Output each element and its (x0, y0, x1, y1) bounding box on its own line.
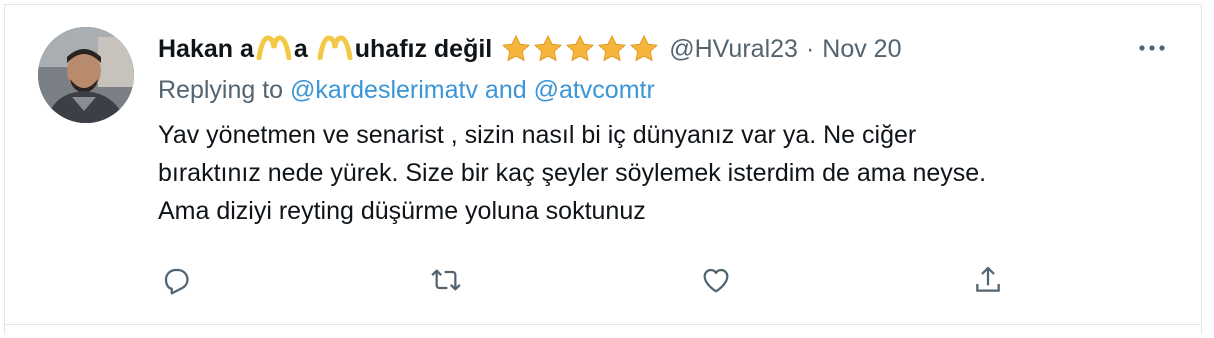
star-icon (630, 34, 659, 62)
share-button[interactable] (970, 262, 1006, 298)
replying-to: Replying to @kardeslerimatv and @atvcomt… (158, 76, 655, 105)
retweet-icon (431, 269, 461, 291)
star-rating (501, 34, 659, 64)
replying-to-label: Replying to (158, 76, 291, 104)
like-button[interactable] (698, 262, 734, 298)
avatar[interactable] (38, 27, 134, 123)
heart-icon (703, 268, 729, 293)
star-icon (566, 34, 595, 62)
reply-icon (164, 268, 189, 295)
tweet-text: Yav yönetmen ve senarist , sizin nasıl b… (158, 116, 1158, 230)
divider (4, 324, 1202, 325)
tweet-header: Hakan aa uhafız değil @HVural23 · Nov 20 (158, 32, 901, 66)
tweet-text-line: Yav yönetmen ve senarist , sizin nasıl b… (158, 121, 917, 149)
reply-button[interactable] (158, 262, 194, 298)
tweet-text-line: bıraktınız nede yürek. Size bir kaç şeyl… (158, 159, 987, 187)
tweet-text-line: Ama diziyi reyting düşürme yoluna soktun… (158, 197, 646, 225)
m-logo-icon (317, 35, 353, 60)
m-logo-icon (256, 35, 292, 60)
share-icon (976, 266, 1000, 292)
star-icon (502, 34, 531, 62)
author-name[interactable]: Hakan aa uhafız değil (158, 34, 492, 64)
star-icon (534, 34, 563, 62)
retweet-button[interactable] (428, 262, 464, 298)
mention-link[interactable]: @atvcomtr (534, 76, 655, 104)
separator-dot: · (805, 34, 815, 63)
author-handle[interactable]: @HVural23 (669, 35, 798, 64)
tweet-date[interactable]: Nov 20 (822, 35, 901, 64)
replying-to-and: and (477, 76, 534, 104)
mention-link[interactable]: @kardeslerimatv (290, 76, 478, 104)
more-options-icon[interactable] (1136, 38, 1168, 58)
star-icon (598, 34, 627, 62)
